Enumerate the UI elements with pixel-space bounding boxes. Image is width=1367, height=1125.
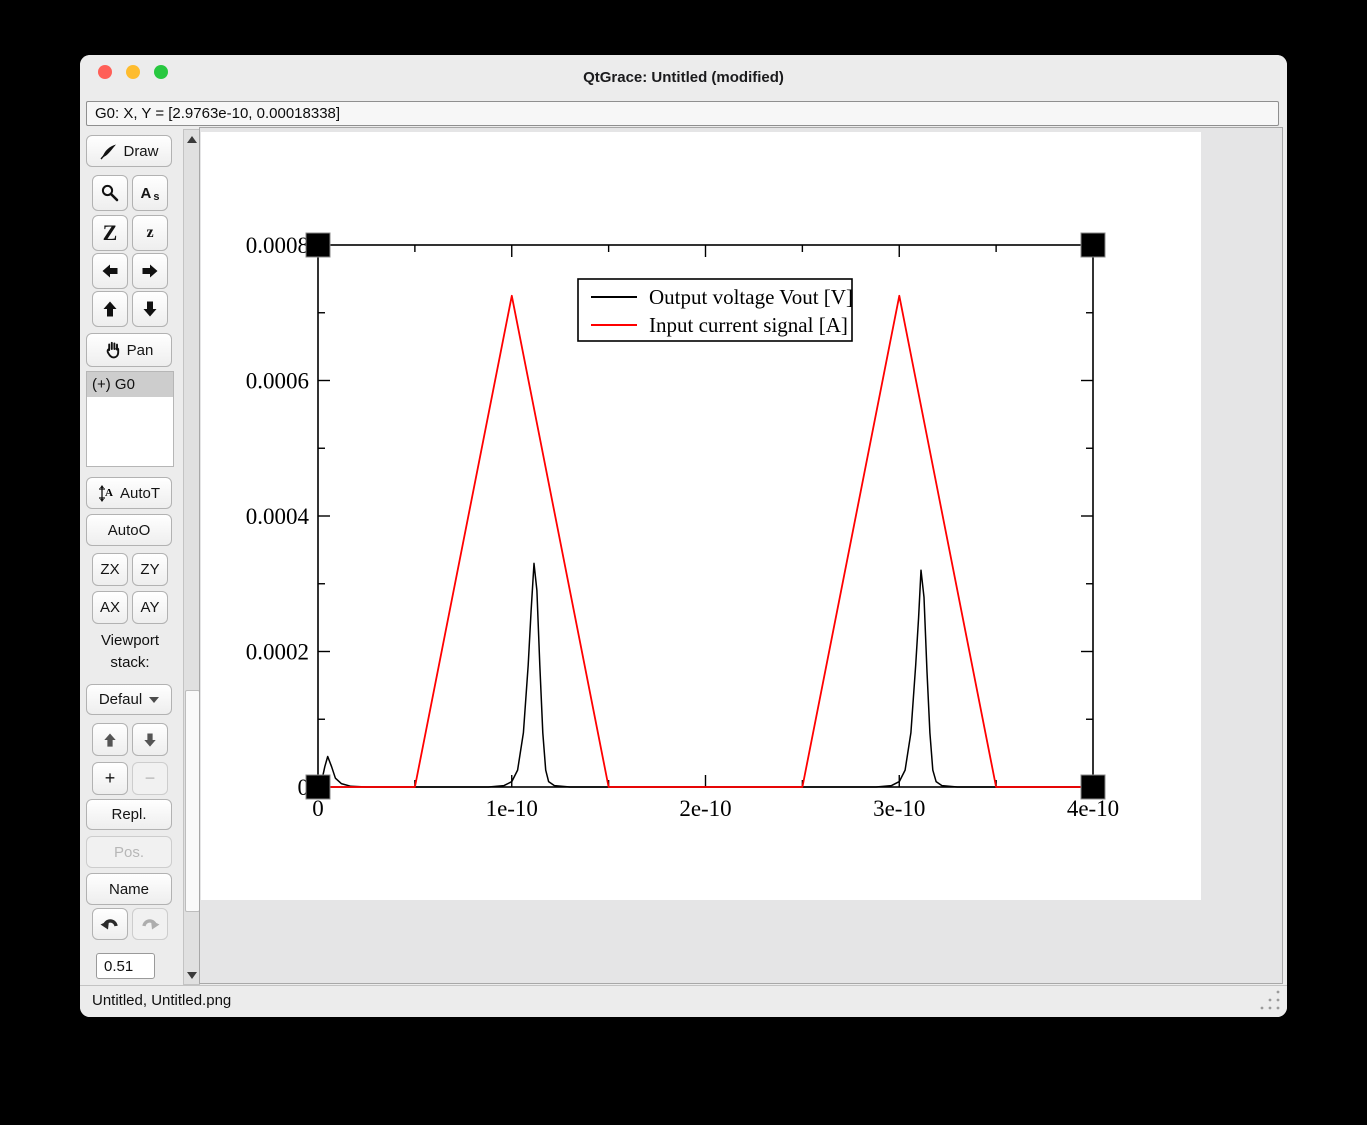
y-tick-label: 0.0008 — [246, 233, 309, 258]
magnifier-icon — [100, 183, 120, 203]
zoom-out-button[interactable]: z — [132, 215, 168, 251]
replace-button[interactable]: Repl. — [86, 799, 172, 830]
x-tick-label: 0 — [312, 796, 324, 821]
autoscale-y-button[interactable]: AY — [132, 591, 168, 624]
plot-canvas[interactable]: 01e-102e-103e-104e-1000.00020.00040.0006… — [201, 132, 1201, 900]
sidebar-scrollbar[interactable] — [183, 129, 200, 985]
graph-list-item-g0[interactable]: (+) G0 — [87, 372, 173, 397]
graph-list[interactable]: (+) G0 — [86, 371, 174, 467]
resize-grip[interactable] — [1255, 989, 1281, 1011]
autoscale-ticks-button[interactable]: A AutoT — [86, 477, 172, 509]
status-text: Untitled, Untitled.png — [92, 992, 231, 1009]
plot-scroll-area: 01e-102e-103e-104e-1000.00020.00040.0006… — [199, 127, 1283, 984]
zoom-y-button[interactable]: ZY — [132, 553, 168, 586]
axes-icon: A — [98, 485, 115, 502]
x-tick-label: 2e-10 — [679, 796, 731, 821]
svg-text:A: A — [105, 487, 113, 499]
undo-button[interactable] — [92, 908, 128, 940]
legend-label-1: Input current signal [A] — [649, 313, 848, 337]
graph-g0: 01e-102e-103e-104e-1000.00020.00040.0006… — [201, 132, 1201, 900]
corner-handle[interactable] — [1081, 775, 1105, 799]
series-line-0 — [318, 563, 1093, 787]
undo-icon — [100, 916, 120, 932]
title-bar[interactable]: QtGrace: Untitled (modified) — [80, 55, 1287, 99]
viewport-dropdown[interactable]: Defaul — [86, 684, 172, 715]
series-line-1 — [318, 296, 1093, 787]
stack-up-button[interactable] — [92, 723, 128, 756]
autoscale-x-button[interactable]: AX — [92, 591, 128, 624]
x-tick-label: 3e-10 — [873, 796, 925, 821]
arrow-left-icon — [101, 263, 119, 279]
text-zoom-button[interactable]: As — [132, 175, 168, 211]
arrow-up-icon — [103, 732, 117, 748]
zoom-tool-button[interactable] — [92, 175, 128, 211]
corner-handle[interactable] — [1081, 233, 1105, 257]
viewport-dropdown-value: Defaul — [99, 691, 142, 708]
viewport-stack-label: Viewport stack: — [86, 630, 174, 674]
autoscale-on-button[interactable]: AutoO — [86, 514, 172, 546]
scroll-left-button[interactable] — [92, 253, 128, 289]
zoom-x-button[interactable]: ZX — [92, 553, 128, 586]
pan-button[interactable]: Pan — [86, 333, 172, 367]
remove-viewport-button[interactable]: − — [132, 762, 168, 795]
caret-down-icon — [149, 697, 159, 703]
x-tick-label: 1e-10 — [486, 796, 538, 821]
scrollbar-thumb[interactable] — [185, 690, 200, 912]
scroll-down-button[interactable] — [132, 291, 168, 327]
arrow-down-icon — [142, 300, 158, 318]
triangle-down-icon — [187, 972, 197, 979]
window-title: QtGrace: Untitled (modified) — [80, 55, 1287, 99]
redo-icon — [140, 916, 160, 932]
zoom-in-button[interactable]: Z — [92, 215, 128, 251]
redo-button[interactable] — [132, 908, 168, 940]
magnification-field[interactable] — [96, 953, 155, 979]
scrollbar-up-arrow[interactable] — [184, 131, 199, 147]
name-button[interactable]: Name — [86, 873, 172, 905]
corner-handle[interactable] — [306, 775, 330, 799]
autot-label: AutoT — [120, 485, 160, 502]
status-bar: Untitled, Untitled.png — [80, 985, 1287, 1017]
y-tick-label: 0.0002 — [246, 640, 309, 665]
pan-label: Pan — [127, 342, 154, 359]
draw-label: Draw — [123, 143, 158, 160]
arrow-up-icon — [102, 300, 118, 318]
x-tick-label: 4e-10 — [1067, 796, 1119, 821]
desktop-backdrop: { "window": { "title": "QtGrace: Untitle… — [0, 0, 1367, 1125]
quill-pen-icon — [99, 143, 118, 160]
scroll-up-button[interactable] — [92, 291, 128, 327]
legend-label-0: Output voltage Vout [V] — [649, 285, 853, 309]
stack-down-button[interactable] — [132, 723, 168, 756]
triangle-up-icon — [187, 136, 197, 143]
arrow-down-icon — [143, 732, 157, 748]
app-window: QtGrace: Untitled (modified) G0: X, Y = … — [80, 55, 1287, 1017]
y-tick-label: 0.0004 — [246, 504, 310, 529]
corner-handle[interactable] — [306, 233, 330, 257]
scroll-right-button[interactable] — [132, 253, 168, 289]
tool-sidebar: Draw As Z z — [86, 129, 180, 985]
locator-bar: G0: X, Y = [2.9763e-10, 0.00018338] — [86, 101, 1279, 126]
y-tick-label: 0.0006 — [246, 369, 309, 394]
position-button[interactable]: Pos. — [86, 836, 172, 868]
scrollbar-down-arrow[interactable] — [184, 967, 199, 983]
arrow-right-icon — [141, 263, 159, 279]
add-viewport-button[interactable]: + — [92, 762, 128, 795]
draw-button[interactable]: Draw — [86, 135, 172, 167]
text-zoom-icon: A — [141, 185, 152, 202]
hand-icon — [105, 341, 122, 359]
